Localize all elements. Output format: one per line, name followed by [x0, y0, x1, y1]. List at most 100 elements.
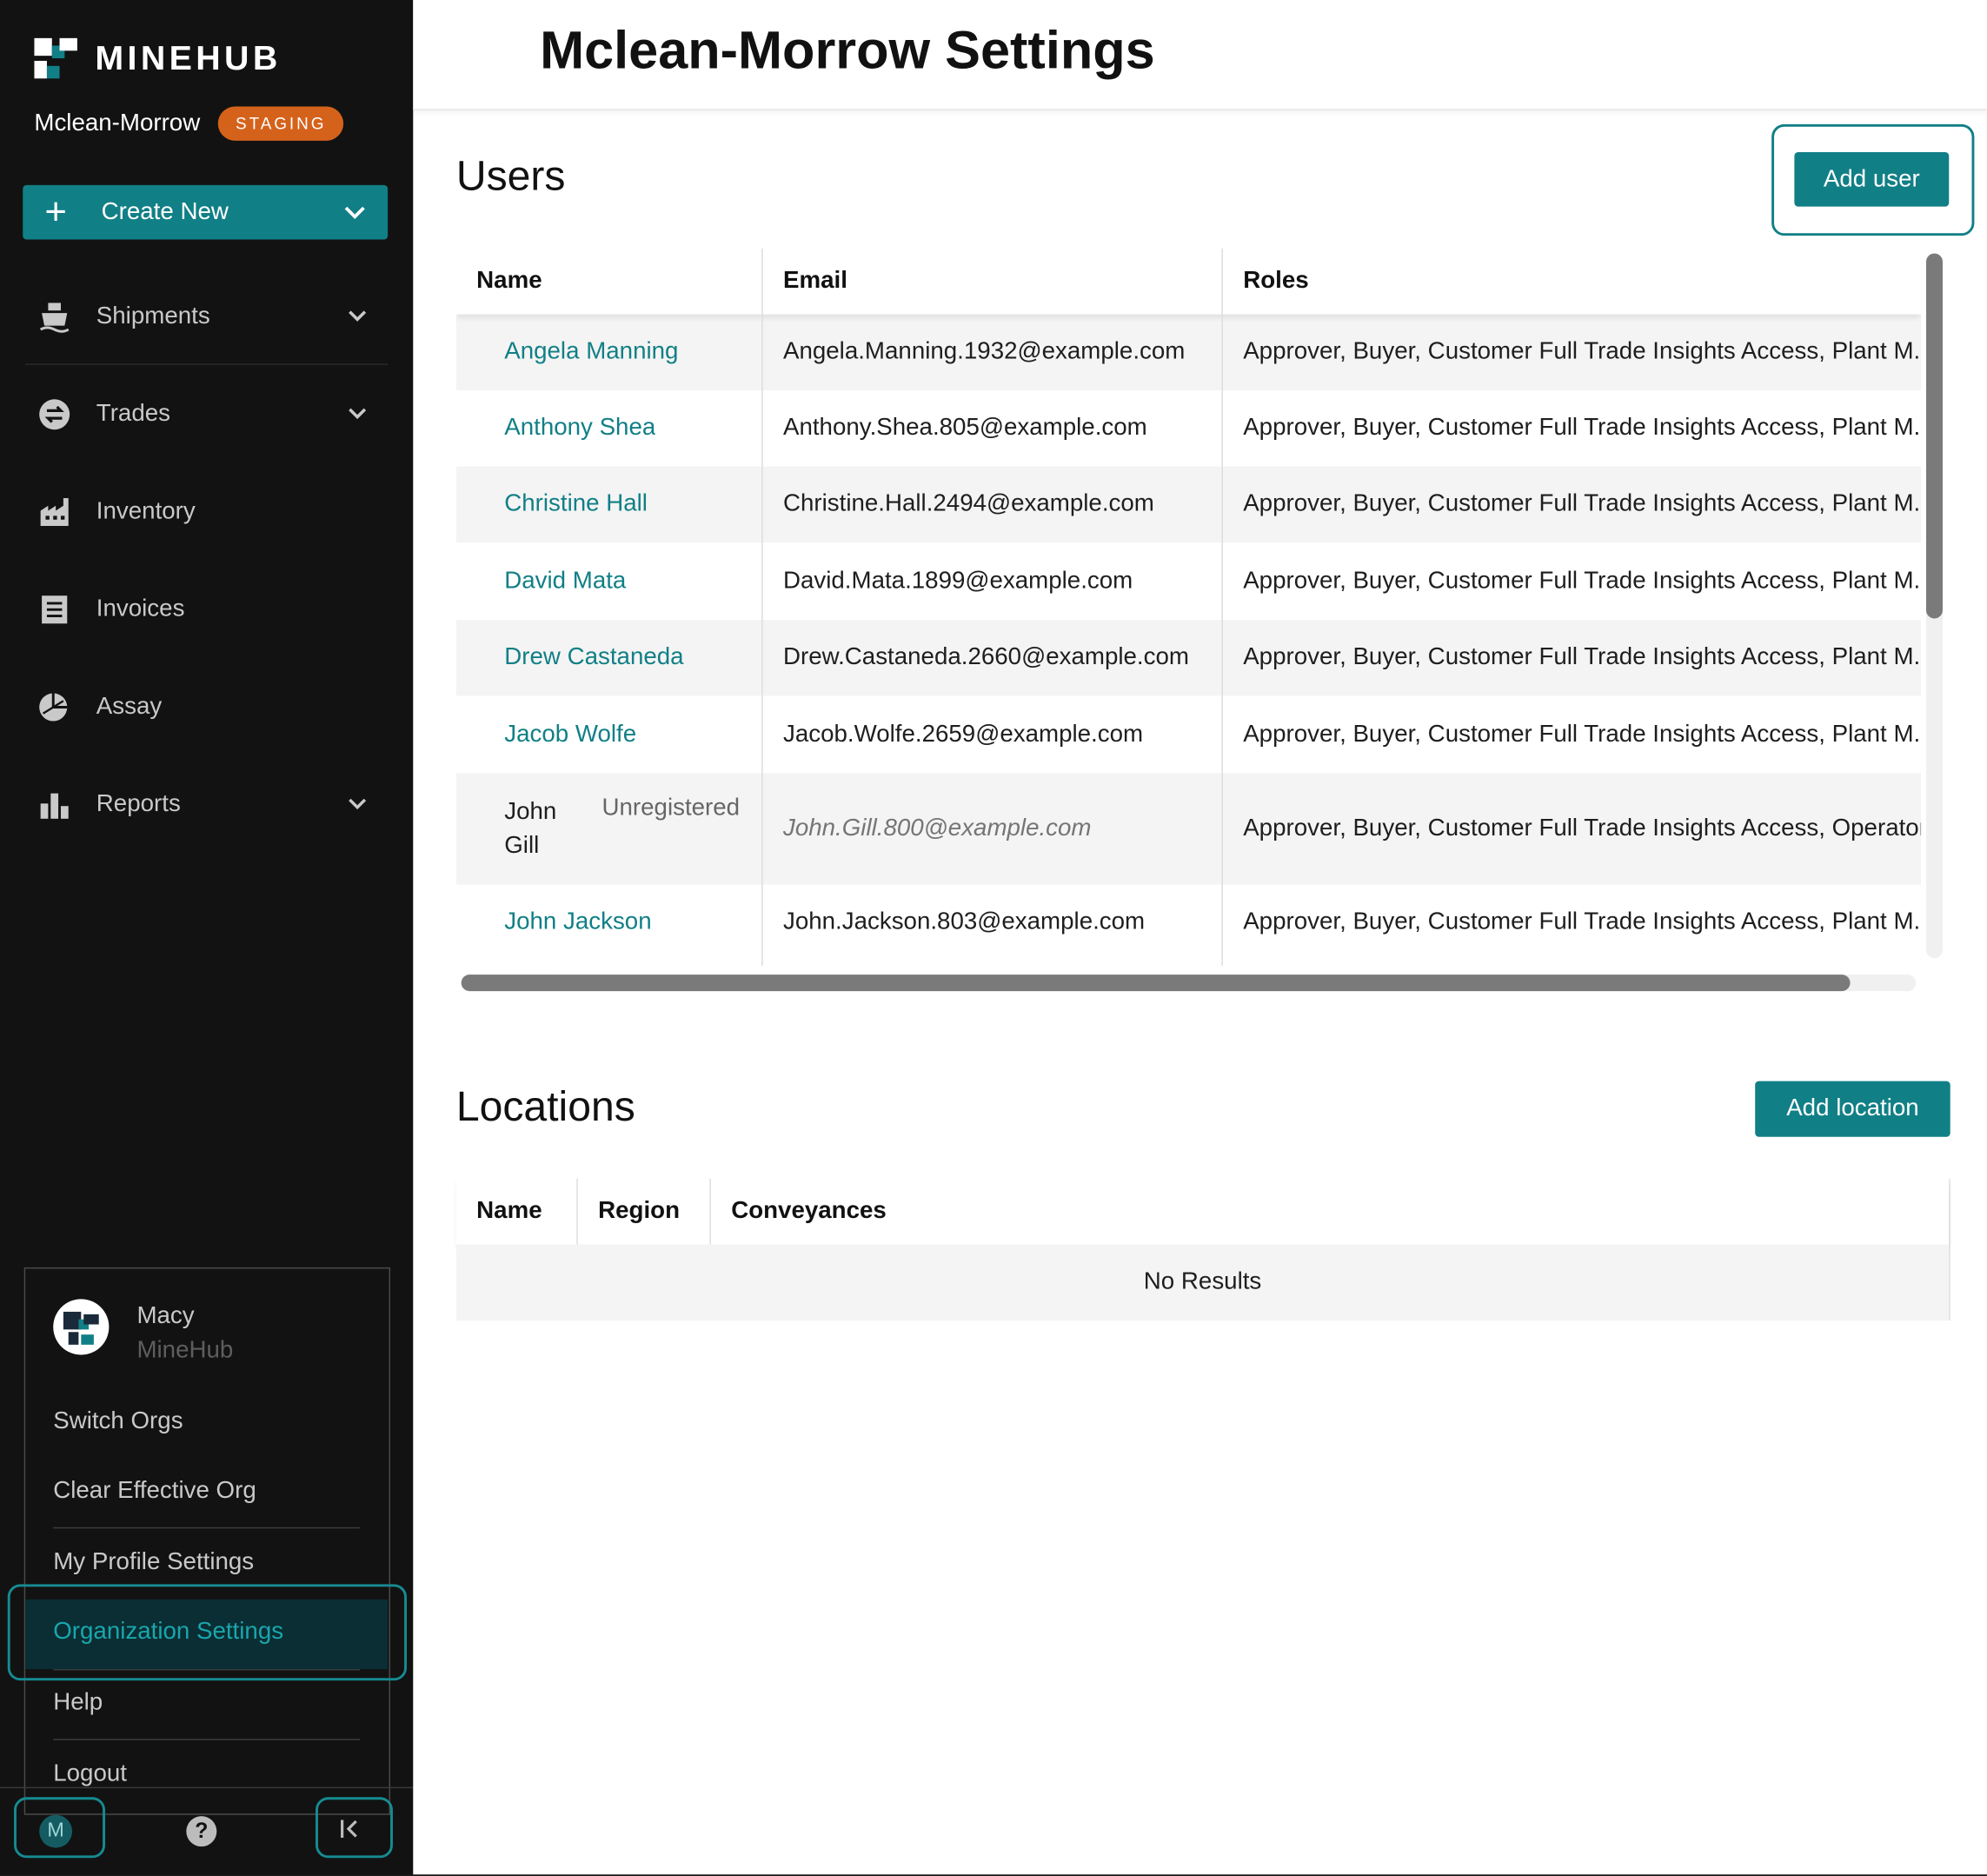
- environment-badge: STAGING: [217, 106, 344, 141]
- user-name-link[interactable]: John Jackson: [504, 885, 651, 961]
- brand-name: MINEHUB: [95, 38, 282, 77]
- user-roles: Approver, Buyer, Customer Full Trade Ins…: [1243, 490, 1922, 517]
- nav-item-inventory[interactable]: Inventory: [0, 462, 413, 560]
- user-name-link[interactable]: Jacob Wolfe: [504, 695, 636, 773]
- chevron-down-icon[interactable]: [322, 204, 388, 219]
- factory-icon: [38, 495, 71, 528]
- create-new-label: Create New: [101, 198, 229, 225]
- table-row[interactable]: Christine Hall Christine.Hall.2494@examp…: [455, 466, 1922, 542]
- menu-item-help[interactable]: Help: [53, 1689, 360, 1717]
- table-row[interactable]: Jacob Wolfe Jacob.Wolfe.2659@example.com…: [456, 695, 1921, 773]
- user-roles: Approver, Buyer, Customer Full Trade Ins…: [1243, 338, 1922, 365]
- current-org: Mclean-Morrow STAGING: [34, 106, 344, 141]
- horizontal-scrollbar[interactable]: [461, 975, 1917, 992]
- invoice-icon: [38, 593, 71, 626]
- user-name-link[interactable]: Angela Manning: [504, 315, 678, 390]
- menu-item-logout[interactable]: Logout: [53, 1760, 360, 1788]
- add-location-button[interactable]: Add location: [1755, 1081, 1950, 1137]
- divider: [53, 1739, 361, 1740]
- user-name: Macy: [136, 1302, 195, 1330]
- user-roles: Approver, Buyer, Customer Full Trade Ins…: [1243, 720, 1922, 748]
- focus-ring: [14, 1797, 106, 1859]
- column-header-conveyances[interactable]: Conveyances: [731, 1179, 887, 1245]
- user-profile: Macy MineHub: [53, 1299, 233, 1367]
- org-name: Mclean-Morrow: [34, 110, 201, 136]
- user-roles: Approver, Buyer, Customer Full Trade Ins…: [1243, 567, 1922, 595]
- assay-icon: [38, 690, 71, 723]
- chevron-down-icon[interactable]: [347, 789, 367, 817]
- user-email: Anthony.Shea.805@example.com: [782, 414, 1147, 442]
- help-icon[interactable]: ?: [186, 1816, 217, 1847]
- column-header-name[interactable]: Name: [476, 1179, 542, 1245]
- user-roles: Approver, Buyer, Customer Full Trade Ins…: [1243, 815, 1922, 842]
- ship-icon: [38, 300, 71, 333]
- table-header: Name Email Roles: [455, 248, 1922, 315]
- menu-item-switch-orgs[interactable]: Switch Orgs: [53, 1408, 360, 1436]
- nav-label-inventory: Inventory: [96, 497, 196, 524]
- nav-item-assay[interactable]: Assay: [0, 658, 413, 755]
- user-email: John.Jackson.803@example.com: [782, 908, 1146, 935]
- user-org: MineHub: [136, 1337, 234, 1364]
- column-header-name[interactable]: Name: [476, 249, 542, 315]
- user-email: Drew.Castaneda.2660@example.com: [782, 643, 1189, 671]
- user-roles: Approver, Buyer, Customer Full Trade Ins…: [1243, 908, 1922, 935]
- nav-item-invoices[interactable]: Invoices: [0, 560, 413, 657]
- main-content: Mclean-Morrow Settings Users Add user Na…: [413, 0, 1987, 1875]
- nav-label-invoices: Invoices: [96, 595, 185, 622]
- table-row[interactable]: Anthony Shea Anthony.Shea.805@example.co…: [456, 390, 1921, 466]
- avatar: [53, 1299, 110, 1355]
- vertical-scrollbar[interactable]: [1926, 253, 1943, 959]
- column-divider: [576, 1178, 578, 1245]
- nav-item-shipments[interactable]: Shipments: [0, 268, 413, 365]
- user-name-link[interactable]: David Mata: [504, 542, 626, 620]
- user-name-link[interactable]: Drew Castaneda: [504, 620, 683, 695]
- main-nav: Shipments Trades Inventory Invoices Assa…: [0, 268, 413, 854]
- empty-state: No Results: [455, 1244, 1950, 1321]
- user-name: John Gill: [504, 798, 557, 860]
- add-user-button[interactable]: Add user: [1794, 151, 1950, 207]
- create-new-button[interactable]: + Create New: [23, 184, 389, 240]
- column-divider: [709, 1178, 711, 1245]
- column-header-roles[interactable]: Roles: [1243, 249, 1308, 315]
- scrollbar-thumb[interactable]: [461, 975, 1851, 992]
- chevron-down-icon[interactable]: [347, 302, 367, 329]
- user-menu: Macy MineHub Switch Orgs Clear Effective…: [23, 1267, 391, 1815]
- user-email: John.Gill.800@example.com: [782, 815, 1092, 842]
- user-name-link[interactable]: Christine Hall: [504, 467, 648, 542]
- locations-table: Name Region Conveyances No Results: [455, 1178, 1950, 1321]
- page-header: Mclean-Morrow Settings: [413, 0, 1987, 110]
- users-table: Name Email Roles Angela Manning Angela.M…: [455, 248, 1922, 966]
- divider: [53, 1527, 361, 1529]
- table-row[interactable]: Drew Castaneda Drew.Castaneda.2660@examp…: [455, 619, 1922, 696]
- column-header-email[interactable]: Email: [783, 249, 847, 315]
- column-header-region[interactable]: Region: [598, 1179, 680, 1245]
- brand-logo[interactable]: MINEHUB: [34, 37, 282, 79]
- table-row[interactable]: David Mata David.Mata.1899@example.com A…: [456, 542, 1921, 620]
- menu-item-clear-effective-org[interactable]: Clear Effective Org: [53, 1478, 360, 1506]
- user-email: Angela.Manning.1932@example.com: [782, 338, 1186, 365]
- focus-ring: [7, 1584, 407, 1681]
- page-title: Mclean-Morrow Settings: [540, 20, 1155, 80]
- bar-chart-icon: [38, 788, 71, 821]
- menu-item-my-profile-settings[interactable]: My Profile Settings: [53, 1549, 360, 1577]
- table-row[interactable]: John Jackson John.Jackson.803@example.co…: [456, 885, 1921, 961]
- user-roles: Approver, Buyer, Customer Full Trade Ins…: [1243, 414, 1922, 442]
- locations-section-title: Locations: [455, 1082, 635, 1129]
- table-header: Name Region Conveyances: [455, 1178, 1950, 1245]
- table-row[interactable]: Angela Manning Angela.Manning.1932@examp…: [455, 314, 1922, 391]
- nav-label-shipments: Shipments: [96, 302, 210, 329]
- column-divider: [1221, 248, 1223, 966]
- nav-label-reports: Reports: [96, 790, 181, 817]
- user-email: Jacob.Wolfe.2659@example.com: [782, 720, 1144, 748]
- minehub-logo-icon: [34, 37, 77, 79]
- table-row[interactable]: John Gill Unregistered John.Gill.800@exa…: [455, 773, 1922, 885]
- plus-icon: +: [44, 190, 67, 233]
- nav-label-trades: Trades: [96, 399, 170, 427]
- chevron-down-icon[interactable]: [347, 399, 367, 427]
- scrollbar-thumb[interactable]: [1926, 253, 1943, 619]
- nav-item-reports[interactable]: Reports: [0, 755, 413, 853]
- focus-ring: [316, 1797, 393, 1859]
- user-name-link[interactable]: Anthony Shea: [504, 390, 655, 466]
- trades-icon: [38, 397, 71, 430]
- nav-item-trades[interactable]: Trades: [0, 365, 413, 462]
